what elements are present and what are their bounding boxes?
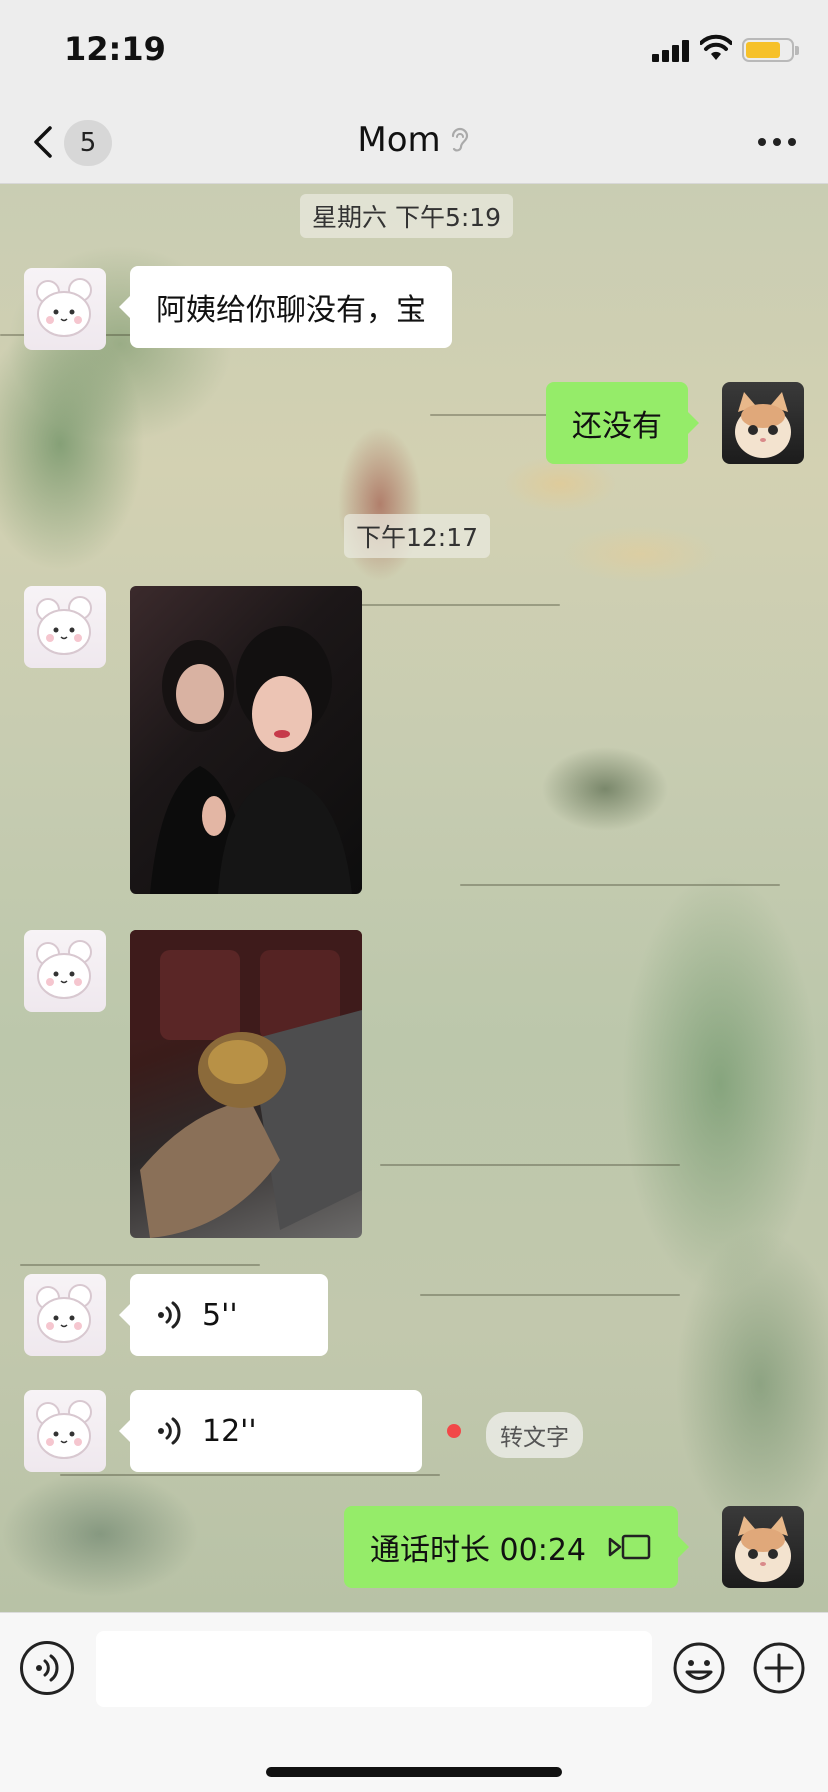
message-timestamp: 下午12:17 [344, 514, 491, 558]
voice-icon [36, 1654, 59, 1682]
call-duration-text: 通话时长 00:24 [370, 1533, 586, 1568]
contact-avatar[interactable] [24, 268, 106, 350]
status-time: 12:19 [64, 30, 166, 68]
voice-duration: 5'' [202, 1297, 238, 1333]
voice-duration: 12'' [202, 1413, 257, 1449]
chat-history[interactable]: 星期六 下午5:19 阿姨给你聊没有，宝 还没有 下午12:17 5'' 12'… [0, 184, 828, 1612]
message-text: 还没有 [572, 409, 662, 444]
background-decoration [380, 1164, 680, 1166]
voice-message-bubble[interactable]: 12'' [119, 1390, 422, 1472]
bear-avatar-icon [36, 1284, 92, 1343]
contact-name: Mom [357, 120, 441, 160]
contact-avatar[interactable] [24, 1274, 106, 1356]
background-decoration [460, 884, 780, 886]
background-decoration [420, 1294, 680, 1296]
message-input[interactable] [96, 1631, 652, 1707]
unread-dot [447, 1424, 461, 1438]
contact-avatar[interactable] [24, 930, 106, 1012]
add-more-icon[interactable] [752, 1641, 806, 1695]
background-decoration [60, 1474, 440, 1476]
bear-avatar-icon [36, 940, 92, 999]
selfie-photo-image [150, 626, 352, 894]
emoji-icon[interactable] [672, 1641, 726, 1695]
voice-wave-icon [158, 1417, 181, 1445]
cellular-signal-icon [652, 40, 692, 62]
background-decoration [20, 1264, 260, 1266]
message-timestamp: 星期六 下午5:19 [300, 194, 514, 238]
message-bubble-sent[interactable]: 还没有 [546, 382, 699, 464]
my-avatar[interactable] [722, 1506, 804, 1588]
status-bar: 12:19 [0, 0, 828, 100]
food-photo-image [130, 930, 362, 1238]
voice-message-bubble[interactable]: 5'' [119, 1274, 328, 1356]
image-message-selfie[interactable] [130, 586, 362, 894]
image-message-food[interactable] [130, 930, 362, 1238]
voice-wave-icon [158, 1301, 181, 1329]
battery-icon [742, 38, 799, 62]
bear-avatar-icon [36, 278, 92, 337]
chat-title: Mom [0, 120, 828, 160]
contact-avatar[interactable] [24, 586, 106, 668]
chat-input-bar [0, 1612, 828, 1792]
convert-to-text-button[interactable]: 转文字 [486, 1412, 583, 1458]
wifi-icon [700, 34, 732, 60]
call-record-bubble[interactable]: 通话时长 00:24 [344, 1506, 689, 1588]
cat-avatar-icon [735, 392, 791, 458]
voice-input-button[interactable] [20, 1641, 74, 1695]
bear-avatar-icon [36, 1400, 92, 1459]
message-bubble-received[interactable]: 阿姨给你聊没有，宝 [119, 266, 452, 348]
more-options-icon[interactable] [754, 126, 800, 156]
cat-avatar-icon [735, 1516, 791, 1582]
contact-avatar[interactable] [24, 1390, 106, 1472]
message-text: 阿姨给你聊没有，宝 [156, 293, 426, 328]
chat-header: 5 Mom [0, 100, 828, 184]
video-call-icon [608, 1534, 651, 1560]
home-indicator[interactable] [266, 1767, 562, 1777]
ear-icon [451, 127, 468, 152]
bear-avatar-icon [36, 596, 92, 655]
my-avatar[interactable] [722, 382, 804, 464]
